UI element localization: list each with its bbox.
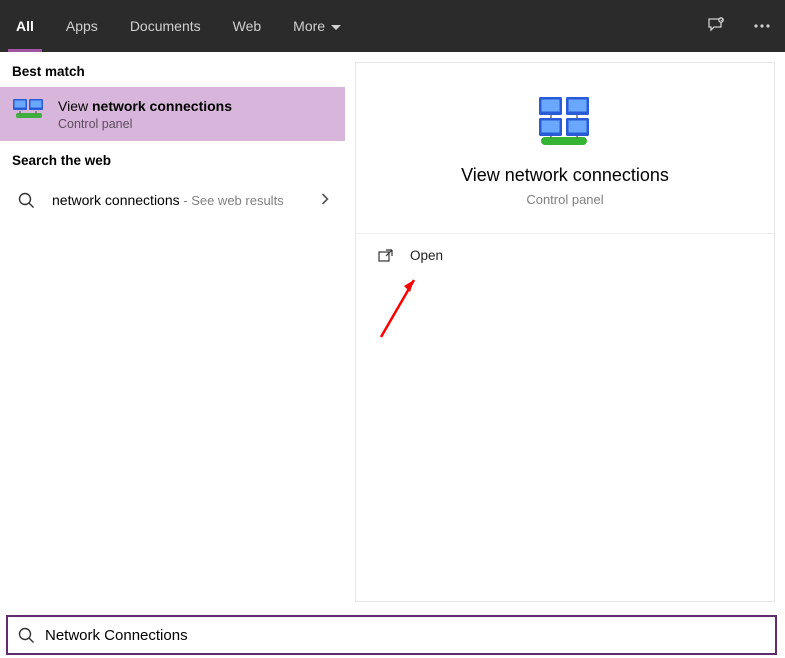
result-title: View network connections [58, 97, 333, 115]
search-input[interactable] [45, 627, 765, 644]
detail-pane: View network connections Control panel O… [345, 52, 785, 612]
tab-label: Web [233, 18, 262, 34]
tab-label: Apps [66, 18, 98, 34]
section-best-match: Best match [0, 52, 345, 87]
web-result-row[interactable]: network connections - See web results [0, 176, 345, 224]
result-subtitle: Control panel [58, 117, 333, 131]
title-bold: network connections [92, 98, 232, 114]
chevron-down-icon [331, 18, 341, 34]
network-connections-icon [537, 93, 593, 149]
web-suffix: - See web results [180, 193, 284, 208]
action-label: Open [410, 248, 443, 263]
search-icon [12, 186, 40, 214]
web-result-text: network connections - See web results [52, 192, 321, 208]
chevron-right-icon [321, 192, 329, 209]
open-icon [378, 249, 394, 263]
tab-all[interactable]: All [0, 0, 50, 52]
more-options-icon[interactable] [739, 0, 785, 52]
results-pane: Best match View network connections Cont… [0, 52, 345, 612]
title-prefix: View [58, 98, 92, 114]
tab-web[interactable]: Web [217, 0, 278, 52]
tab-documents[interactable]: Documents [114, 0, 217, 52]
feedback-icon[interactable] [693, 0, 739, 52]
tab-apps[interactable]: Apps [50, 0, 114, 52]
tab-label: All [16, 18, 34, 34]
best-match-result[interactable]: View network connections Control panel [0, 87, 345, 141]
network-connections-icon [12, 97, 46, 131]
tab-label: More [293, 18, 325, 34]
tab-label: Documents [130, 18, 201, 34]
web-query: network connections [52, 192, 180, 208]
detail-header: View network connections Control panel [356, 63, 774, 234]
detail-subtitle: Control panel [376, 192, 754, 207]
search-bar[interactable] [6, 615, 777, 655]
detail-card: View network connections Control panel O… [355, 62, 775, 602]
action-open[interactable]: Open [356, 234, 774, 277]
tab-more[interactable]: More [277, 0, 357, 52]
result-text: View network connections Control panel [58, 97, 333, 131]
top-tabs-bar: All Apps Documents Web More [0, 0, 785, 52]
search-icon [18, 627, 35, 644]
detail-title: View network connections [376, 165, 754, 186]
section-search-web: Search the web [0, 141, 345, 176]
